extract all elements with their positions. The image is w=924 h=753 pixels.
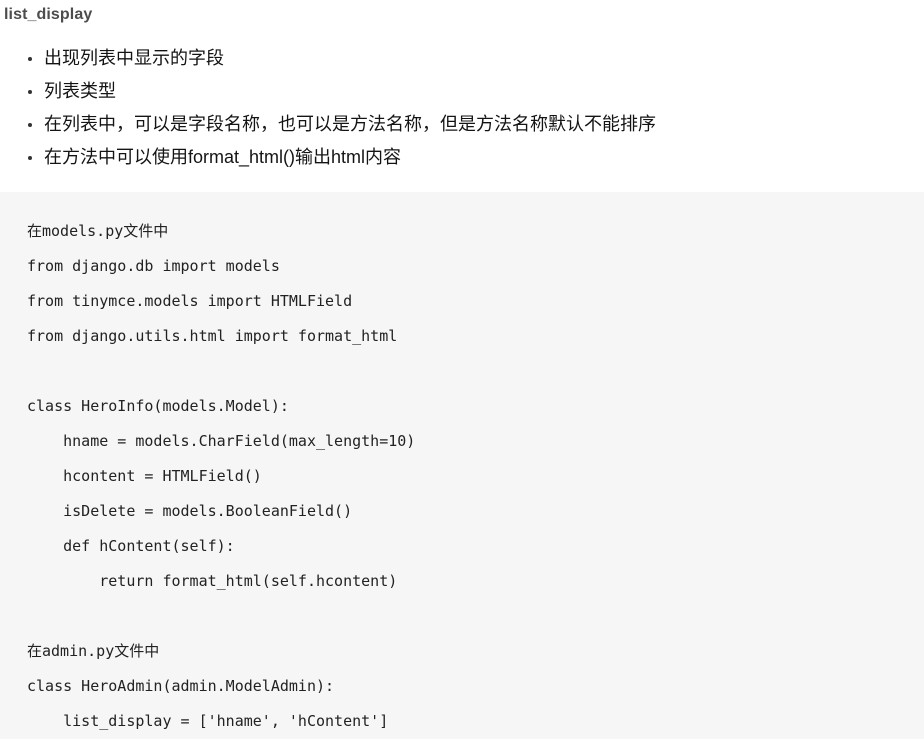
- list-item: 在列表中，可以是字段名称，也可以是方法名称，但是方法名称默认不能排序: [0, 108, 924, 141]
- code-line: def hContent(self):: [27, 537, 235, 555]
- code-line: hcontent = HTMLField(): [27, 467, 262, 485]
- list-item: 列表类型: [0, 75, 924, 108]
- code-line: 在models.py文件中: [27, 222, 169, 240]
- code-line: isDelete = models.BooleanField(): [27, 502, 353, 520]
- list-item: 出现列表中显示的字段: [0, 42, 924, 75]
- code-line: hname = models.CharField(max_length=10): [27, 432, 416, 450]
- code-line: class HeroInfo(models.Model):: [27, 397, 289, 415]
- bullet-point-icon: [28, 56, 32, 61]
- list-item-label: 出现列表中显示的字段: [44, 48, 224, 68]
- bullet-point-icon: [28, 89, 32, 94]
- code-line: list_display = ['hname', 'hContent']: [27, 712, 389, 730]
- code-line: from django.db import models: [27, 257, 280, 275]
- code-line: 在admin.py文件中: [27, 642, 160, 660]
- list-item-label: 在列表中，可以是字段名称，也可以是方法名称，但是方法名称默认不能排序: [44, 114, 656, 134]
- bullet-point-icon: [28, 122, 32, 127]
- code-block: 在models.py文件中 from django.db import model…: [0, 192, 924, 739]
- document-page: list_display 出现列表中显示的字段 列表类型 在列表中，可以是字段名…: [0, 0, 924, 753]
- list-item-label: 在方法中可以使用format_html()输出html内容: [44, 147, 402, 167]
- feature-bullet-list: 出现列表中显示的字段 列表类型 在列表中，可以是字段名称，也可以是方法名称，但是…: [0, 26, 924, 174]
- list-item: 在方法中可以使用format_html()输出html内容: [0, 141, 924, 174]
- code-line: return format_html(self.hcontent): [27, 572, 398, 590]
- bullet-point-icon: [28, 155, 32, 160]
- code-line: from tinymce.models import HTMLField: [27, 292, 353, 310]
- code-line: from django.utils.html import format_htm…: [27, 327, 398, 345]
- code-lines: 在models.py文件中 from django.db import model…: [27, 214, 924, 739]
- list-item-label: 列表类型: [44, 81, 116, 101]
- code-block-content: 在models.py文件中 from django.db import model…: [27, 214, 924, 739]
- page-title: list_display: [4, 6, 93, 23]
- code-line: class HeroAdmin(admin.ModelAdmin):: [27, 677, 335, 695]
